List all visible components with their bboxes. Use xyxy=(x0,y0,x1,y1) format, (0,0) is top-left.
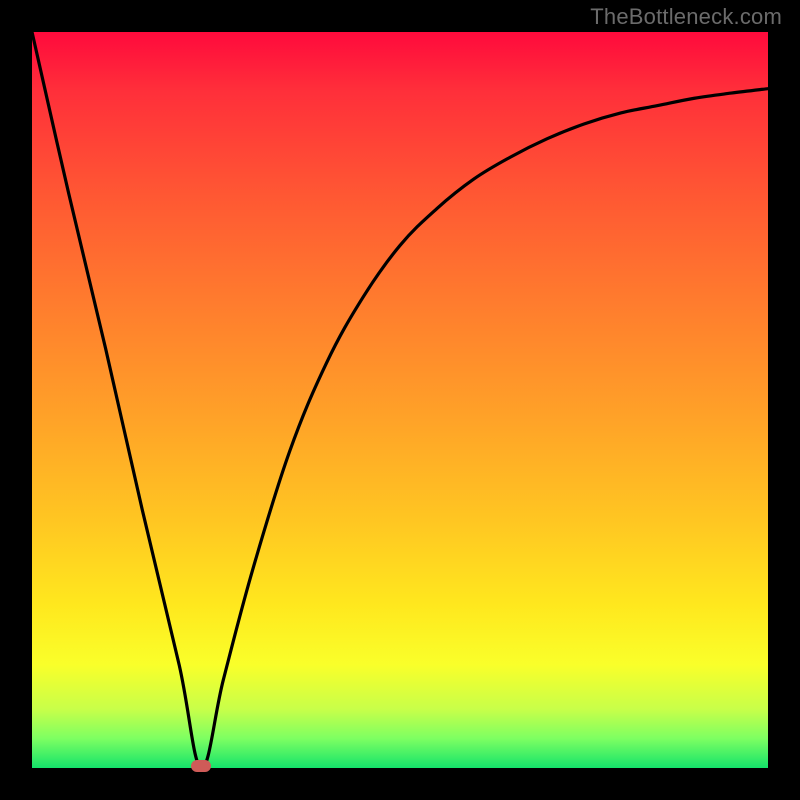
minimum-marker xyxy=(191,760,211,772)
curve-svg xyxy=(32,32,768,768)
watermark-text: TheBottleneck.com xyxy=(590,4,782,30)
bottleneck-curve xyxy=(32,32,768,768)
plot-area xyxy=(32,32,768,768)
chart-frame: TheBottleneck.com xyxy=(0,0,800,800)
